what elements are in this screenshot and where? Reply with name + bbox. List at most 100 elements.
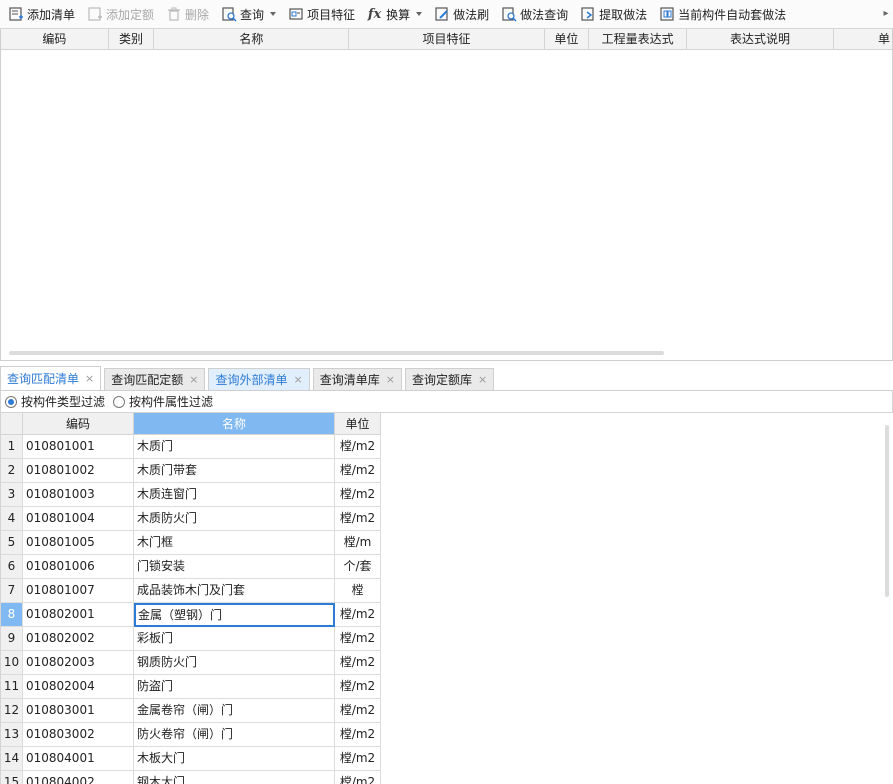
column-header-expression-note[interactable]: 表达式说明 xyxy=(687,29,834,49)
code-cell[interactable]: 010804001 xyxy=(23,747,134,771)
column-header-name[interactable]: 名称 xyxy=(154,29,350,49)
column-header-code[interactable]: 编码 xyxy=(23,413,134,435)
code-cell[interactable]: 010801001 xyxy=(23,435,134,459)
chevron-down-icon[interactable] xyxy=(270,12,277,16)
row-number[interactable]: 10 xyxy=(1,651,23,675)
close-icon[interactable]: × xyxy=(478,369,487,391)
name-cell[interactable]: 金属卷帘（闸）门 xyxy=(134,699,335,723)
unit-cell[interactable]: 樘/m2 xyxy=(335,603,381,627)
code-cell[interactable]: 010801004 xyxy=(23,507,134,531)
row-number[interactable]: 4 xyxy=(1,507,23,531)
auto-apply-method-button[interactable]: 当前构件自动套做法 xyxy=(655,2,789,26)
tab-match-list[interactable]: 查询匹配清单 × xyxy=(0,366,102,390)
close-icon[interactable]: × xyxy=(85,368,94,390)
unit-cell[interactable]: 樘/m2 xyxy=(335,435,381,459)
project-feature-button[interactable]: 项目特征 xyxy=(284,2,358,26)
name-cell[interactable]: 木板大门 xyxy=(134,747,335,771)
row-number[interactable]: 9 xyxy=(1,627,23,651)
column-header-quantity-expression[interactable]: 工程量表达式 xyxy=(589,29,688,49)
row-number[interactable]: 6 xyxy=(1,555,23,579)
code-cell[interactable]: 010804002 xyxy=(23,771,134,784)
table-row[interactable]: 8 010802001 金属（塑钢）门 樘/m2 xyxy=(1,603,381,627)
table-row[interactable]: 1 010801001 木质门 樘/m2 xyxy=(1,435,381,459)
column-header-code[interactable]: 编码 xyxy=(1,29,109,49)
horizontal-scrollbar[interactable] xyxy=(9,351,664,355)
column-header-unit-price[interactable]: 单 xyxy=(834,29,892,49)
name-cell[interactable]: 木质门 xyxy=(134,435,335,459)
name-cell[interactable]: 钢木大门 xyxy=(134,771,335,784)
code-cell[interactable]: 010801002 xyxy=(23,459,134,483)
column-header-unit[interactable]: 单位 xyxy=(545,29,590,49)
unit-cell[interactable]: 樘/m2 xyxy=(335,675,381,699)
name-cell[interactable]: 金属（塑钢）门 xyxy=(134,603,335,627)
table-row[interactable]: 2 010801002 木质门带套 樘/m2 xyxy=(1,459,381,483)
chevron-down-icon[interactable] xyxy=(416,12,423,16)
method-brush-button[interactable]: 做法刷 xyxy=(430,2,492,26)
row-number[interactable]: 14 xyxy=(1,747,23,771)
code-cell[interactable]: 010802003 xyxy=(23,651,134,675)
name-cell[interactable]: 成品装饰木门及门套 xyxy=(134,579,335,603)
unit-cell[interactable]: 樘/m2 xyxy=(335,723,381,747)
name-cell[interactable]: 木质连窗门 xyxy=(134,483,335,507)
table-row[interactable]: 15 010804002 钢木大门 樘/m2 xyxy=(1,771,381,784)
unit-cell[interactable]: 樘/m xyxy=(335,531,381,555)
table-row[interactable]: 5 010801005 木门框 樘/m xyxy=(1,531,381,555)
convert-button[interactable]: fx 换算 xyxy=(363,2,425,26)
name-cell[interactable]: 防火卷帘（闸）门 xyxy=(134,723,335,747)
table-row[interactable]: 9 010802002 彩板门 樘/m2 xyxy=(1,627,381,651)
unit-cell[interactable]: 樘/m2 xyxy=(335,747,381,771)
column-header-feature[interactable]: 项目特征 xyxy=(349,29,545,49)
code-cell[interactable]: 010803002 xyxy=(23,723,134,747)
row-number[interactable]: 13 xyxy=(1,723,23,747)
row-number[interactable]: 1 xyxy=(1,435,23,459)
query-button[interactable]: 查询 xyxy=(217,2,279,26)
table-row[interactable]: 4 010801004 木质防火门 樘/m2 xyxy=(1,507,381,531)
unit-cell[interactable]: 樘/m2 xyxy=(335,699,381,723)
row-number[interactable]: 11 xyxy=(1,675,23,699)
table-row[interactable]: 12 010803001 金属卷帘（闸）门 樘/m2 xyxy=(1,699,381,723)
code-cell[interactable]: 010802004 xyxy=(23,675,134,699)
row-number[interactable]: 5 xyxy=(1,531,23,555)
unit-cell[interactable]: 樘/m2 xyxy=(335,651,381,675)
unit-cell[interactable]: 个/套 xyxy=(335,555,381,579)
add-quota-button[interactable]: 添加定额 xyxy=(83,2,157,26)
unit-cell[interactable]: 樘/m2 xyxy=(335,627,381,651)
code-cell[interactable]: 010801005 xyxy=(23,531,134,555)
table-row[interactable]: 13 010803002 防火卷帘（闸）门 樘/m2 xyxy=(1,723,381,747)
filter-by-type-radio[interactable]: 按构件类型过滤 xyxy=(5,393,105,410)
unit-cell[interactable]: 樘/m2 xyxy=(335,459,381,483)
table-row[interactable]: 11 010802004 防盗门 樘/m2 xyxy=(1,675,381,699)
toolbar-overflow-icon[interactable]: ▸ xyxy=(881,7,891,21)
tab-list-library[interactable]: 查询清单库 × xyxy=(312,368,402,391)
code-cell[interactable]: 010803001 xyxy=(23,699,134,723)
filter-by-attribute-radio[interactable]: 按构件属性过滤 xyxy=(113,393,213,410)
column-header-category[interactable]: 类别 xyxy=(109,29,155,49)
unit-cell[interactable]: 樘 xyxy=(335,579,381,603)
delete-button[interactable]: 删除 xyxy=(162,2,212,26)
name-cell[interactable]: 彩板门 xyxy=(134,627,335,651)
table-row[interactable]: 7 010801007 成品装饰木门及门套樘 xyxy=(1,579,381,603)
row-number-header[interactable] xyxy=(1,413,23,435)
name-cell[interactable]: 木质防火门 xyxy=(134,507,335,531)
tab-quota-library[interactable]: 查询定额库 × xyxy=(404,368,495,391)
add-list-button[interactable]: 添加清单 xyxy=(4,2,78,26)
close-icon[interactable]: × xyxy=(386,369,395,391)
row-number[interactable]: 2 xyxy=(1,459,23,483)
close-icon[interactable]: × xyxy=(189,369,198,391)
unit-cell[interactable]: 樘/m2 xyxy=(335,771,381,784)
table-row[interactable]: 6 010801006 门锁安装 个/套 xyxy=(1,555,381,579)
name-cell[interactable]: 木质门带套 xyxy=(134,459,335,483)
code-cell[interactable]: 010801006 xyxy=(23,555,134,579)
name-cell[interactable]: 钢质防火门 xyxy=(134,651,335,675)
code-cell[interactable]: 010802002 xyxy=(23,627,134,651)
row-number[interactable]: 15 xyxy=(1,771,23,784)
name-cell[interactable]: 防盗门 xyxy=(134,675,335,699)
method-query-button[interactable]: 做法查询 xyxy=(497,2,571,26)
row-number[interactable]: 7 xyxy=(1,579,23,603)
code-cell[interactable]: 010801007 xyxy=(23,579,134,603)
table-row[interactable]: 3 010801003 木质连窗门 樘/m2 xyxy=(1,483,381,507)
row-number[interactable]: 3 xyxy=(1,483,23,507)
code-cell[interactable]: 010801003 xyxy=(23,483,134,507)
unit-cell[interactable]: 樘/m2 xyxy=(335,507,381,531)
row-number[interactable]: 8 xyxy=(1,603,23,627)
